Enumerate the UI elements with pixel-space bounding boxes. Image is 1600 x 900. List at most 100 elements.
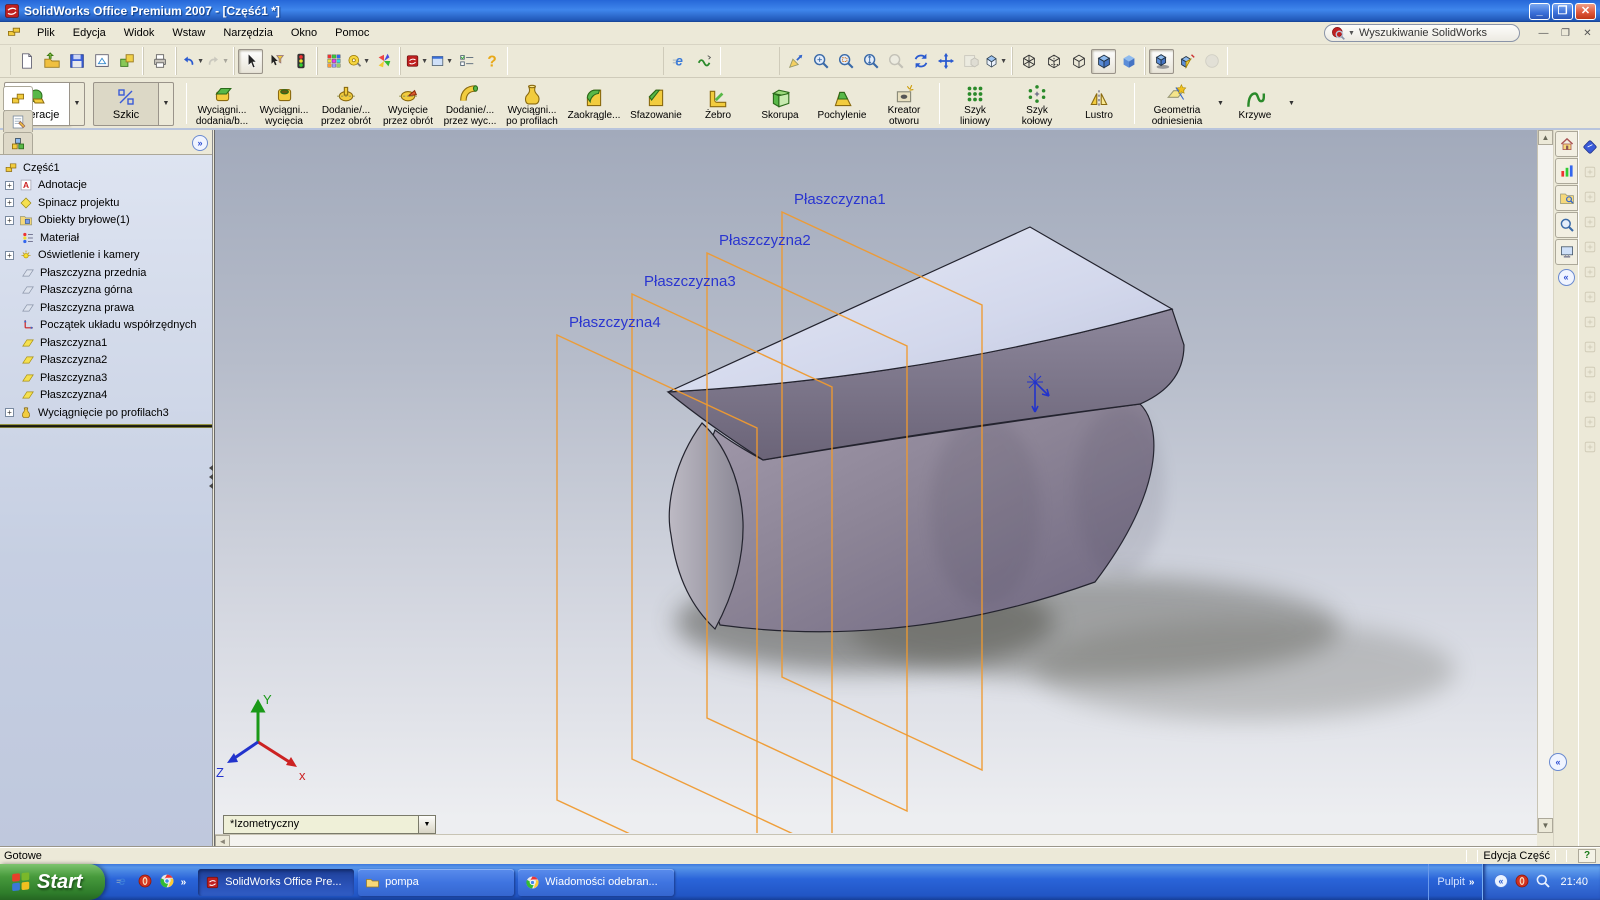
close-button[interactable]: ✕ xyxy=(1575,3,1596,20)
make-assembly-from-part-button[interactable] xyxy=(114,49,139,74)
extruded-boss-button[interactable]: Wyciągni...dodania/b... xyxy=(191,80,253,128)
view-orientation-button[interactable]: ▼ xyxy=(983,49,1008,74)
scroll-up-arrow[interactable]: ▲ xyxy=(1538,130,1553,145)
fillet-button[interactable]: Zaokrągle... xyxy=(563,85,625,122)
make-drawing-from-part-button[interactable] xyxy=(89,49,114,74)
view-orientation-selector[interactable]: *Izometryczny ▼ xyxy=(223,815,436,834)
maximize-button[interactable]: ❐ xyxy=(1552,3,1573,20)
expand-toggle[interactable]: + xyxy=(5,251,14,260)
menu-widok[interactable]: Widok xyxy=(115,24,164,42)
menu-narzdzia[interactable]: Narzędzia xyxy=(214,24,282,42)
tree-item-płaszczyzna3[interactable]: Płaszczyzna3 xyxy=(2,369,212,387)
expand-toggle[interactable]: + xyxy=(5,181,14,190)
menu-edycja[interactable]: Edycja xyxy=(64,24,115,42)
menu-plik[interactable]: Plik xyxy=(28,24,64,42)
tree-item-płaszczyzna1[interactable]: Płaszczyzna1 xyxy=(2,334,212,352)
circular-pattern-button[interactable]: Szykkołowy xyxy=(1006,80,1068,128)
flyout-expand-button[interactable]: » xyxy=(192,135,208,151)
save-button[interactable] xyxy=(64,49,89,74)
rib-button[interactable]: Żebro xyxy=(687,85,749,122)
revolved-boss-button[interactable]: Dodanie/...przez obrót xyxy=(315,80,377,128)
propertymanager-tab[interactable] xyxy=(3,110,33,132)
expand-toggle[interactable]: + xyxy=(5,216,14,225)
task-pane-collapse-button[interactable]: « xyxy=(1558,269,1575,286)
mirror-button[interactable]: Lustro xyxy=(1068,85,1130,122)
internet-explorer-shortcut[interactable]: e xyxy=(115,873,131,892)
document-restore-button[interactable]: ❐ xyxy=(1556,25,1575,42)
zoom-to-fit-button[interactable] xyxy=(808,49,833,74)
zoom-to-area-button[interactable] xyxy=(833,49,858,74)
design-checker-button[interactable] xyxy=(454,49,479,74)
vertical-scrollbar[interactable]: ▲ ▼ xyxy=(1537,130,1553,833)
document-minimize-button[interactable]: — xyxy=(1534,25,1553,42)
spellcheck-button[interactable] xyxy=(692,49,717,74)
hidden-lines-removed-button[interactable] xyxy=(1066,49,1091,74)
measure-button[interactable]: ▼ xyxy=(346,49,371,74)
solidworks-toolbox-button[interactable]: ▼ xyxy=(404,49,429,74)
tab-szkic[interactable]: Szkic▼ xyxy=(93,81,174,126)
view-orientation-dropdown[interactable]: ▼ xyxy=(419,815,436,834)
curves-dropdown[interactable]: ▼ xyxy=(1288,100,1295,107)
selection-filter-button[interactable] xyxy=(263,49,288,74)
extruded-cut-button[interactable]: Wyciągni...wycięcia xyxy=(253,80,315,128)
opera-browser-shortcut[interactable] xyxy=(137,873,153,892)
chrome-browser-shortcut[interactable] xyxy=(159,873,175,892)
print-button[interactable] xyxy=(147,49,172,74)
graphics-viewport[interactable]: Płaszczyzna1Płaszczyzna2Płaszczyzna3Płas… xyxy=(214,130,1537,847)
help-button[interactable]: ? xyxy=(479,49,504,74)
tree-item-część1[interactable]: Część1 xyxy=(2,159,212,177)
open-document-button[interactable] xyxy=(39,49,64,74)
select-button[interactable] xyxy=(238,49,263,74)
rotate-view-button[interactable] xyxy=(908,49,933,74)
view-palette-tab[interactable] xyxy=(1555,239,1578,265)
section-view-button[interactable] xyxy=(1174,49,1199,74)
scroll-left-arrow[interactable]: ◄ xyxy=(215,835,230,847)
tree-item-spinacz-projektu[interactable]: +Spinacz projektu xyxy=(2,194,212,212)
solidworks-resources-tab[interactable] xyxy=(1555,131,1578,157)
tree-item-materiał--nieokreślony-[interactable]: Materiał xyxy=(2,229,212,247)
document-close-button[interactable]: ✕ xyxy=(1578,25,1597,42)
tree-item-płaszczyzna2[interactable]: Płaszczyzna2 xyxy=(2,352,212,370)
shaded-button[interactable] xyxy=(1116,49,1141,74)
tab-szkic-dropdown[interactable]: ▼ xyxy=(159,82,174,126)
hidden-lines-visible-button[interactable] xyxy=(1041,49,1066,74)
tree-item-płaszczyzna4[interactable]: Płaszczyzna4 xyxy=(2,387,212,405)
taskbar-task-solidworksoffice[interactable]: SolidWorks Office Pre... xyxy=(198,869,354,896)
desktop-toolbar[interactable]: Pulpit » xyxy=(1428,864,1482,900)
tray-collapse[interactable]: « xyxy=(1493,873,1509,892)
draft-button[interactable]: Pochylenie xyxy=(811,85,873,122)
design-library-tab[interactable] xyxy=(1555,158,1578,184)
status-help-button[interactable]: ? xyxy=(1578,849,1596,863)
start-button[interactable]: Start xyxy=(0,864,105,900)
taskbar-task-wiadomociodebran[interactable]: Wiadomości odebran... xyxy=(518,869,674,896)
hole-wizard-button[interactable]: Kreatorotworu xyxy=(873,80,935,128)
expand-toggle[interactable]: + xyxy=(5,408,14,417)
quick-launch-overflow[interactable]: » xyxy=(181,877,187,888)
search-dropdown-arrow[interactable]: ▼ xyxy=(1348,30,1355,37)
collapse-pane-button[interactable]: « xyxy=(1549,753,1567,771)
scroll-down-arrow[interactable]: ▼ xyxy=(1538,818,1553,833)
desktop-expand-chevron[interactable]: » xyxy=(1469,877,1475,888)
tree-item-obiekty-bryłowe-1-[interactable]: +Obiekty bryłowe(1) xyxy=(2,212,212,230)
rollback-bar[interactable] xyxy=(0,424,212,428)
web-toolbar-button[interactable]: e xyxy=(667,49,692,74)
horizontal-scrollbar[interactable]: ◄ xyxy=(215,834,1537,847)
file-explorer-tab[interactable] xyxy=(1555,185,1578,211)
tree-item-wyciągnięcie-po-profilach3[interactable]: +Wyciągnięcie po profilach3 xyxy=(2,404,212,422)
revolved-cut-button[interactable]: Wycięcieprzez obrót xyxy=(377,80,439,128)
menu-pomoc[interactable]: Pomoc xyxy=(326,24,378,42)
tree-item-płaszczyzna-prawa[interactable]: Płaszczyzna prawa xyxy=(2,299,212,317)
tree-item-płaszczyzna-przednia[interactable]: Płaszczyzna przednia xyxy=(2,264,212,282)
viewport-layout-button[interactable]: ▼ xyxy=(429,49,454,74)
menu-wstaw[interactable]: Wstaw xyxy=(163,24,214,42)
tree-item-początek-układu-współrzędnych[interactable]: Początek układu współrzędnych xyxy=(2,317,212,335)
tray-app[interactable] xyxy=(1514,873,1530,892)
edit-appearance-button[interactable] xyxy=(321,49,346,74)
tree-item-płaszczyzna-górna[interactable]: Płaszczyzna górna xyxy=(2,282,212,300)
previous-view-button[interactable] xyxy=(783,49,808,74)
configurationmanager-tab[interactable] xyxy=(3,132,33,154)
swept-boss-button[interactable]: Dodanie/...przez wyc... xyxy=(439,80,501,128)
lofted-boss-button[interactable]: Wyciągni...po profilach xyxy=(501,80,563,128)
reference-geometry-button[interactable]: Geometriaodniesienia xyxy=(1139,80,1215,128)
minimize-button[interactable]: _ xyxy=(1529,3,1550,20)
